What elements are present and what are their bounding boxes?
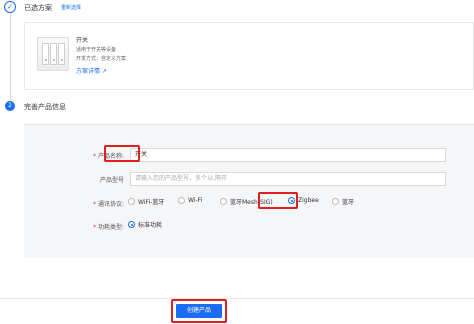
step-connector-line [10,8,11,102]
product-name: 开关 [76,37,89,44]
highlight-product-name [104,145,140,162]
step-1-check-icon: ✓ [4,1,16,13]
radio-selected-icon [128,221,135,228]
reselect-link[interactable]: 重新选择 [61,4,81,11]
power-option-standard[interactable]: 标准功耗 [128,220,162,229]
protocol-option-ble[interactable]: 蓝牙 [332,197,354,206]
product-info-form: * 产品名称: 开关 产品型号 请输入您的产品型号，多个以,隔开 * 通讯协议: W… [24,124,474,258]
product-model-input[interactable]: 请输入您的产品型号，多个以,隔开 [130,172,446,186]
product-model-label: 产品型号 [99,177,124,184]
switch-product-image [37,37,69,71]
radio-icon [220,198,227,205]
power-type-label: * 功耗类型: [92,224,124,231]
protocol-option-wifi[interactable]: Wi-Fi [178,197,202,204]
radio-icon [332,198,339,205]
development-method: 开发方式：自定义方案 [76,56,127,62]
product-name-input[interactable]: 开关 [130,148,446,162]
complete-info-title: 完善产品信息 [24,103,66,111]
plan-details-link[interactable]: 方案详情 ↗ [76,66,107,75]
highlight-create-button [171,299,227,323]
step-2-badge: 2 [5,101,15,111]
protocol-option-wifi-ble[interactable]: WiFi-蓝牙 [128,197,164,206]
selected-product-card: 开关 适用于开关等设备 开发方式：自定义方案 方案详情 ↗ [24,22,474,90]
footer-divider [0,298,474,299]
protocol-label: * 通讯协议: [92,201,124,208]
highlight-zigbee [258,192,298,209]
selected-plan-title: 已选方案 [24,4,52,12]
product-description: 适用于开关等设备 [76,47,117,53]
radio-icon [178,197,185,204]
radio-icon [128,198,135,205]
